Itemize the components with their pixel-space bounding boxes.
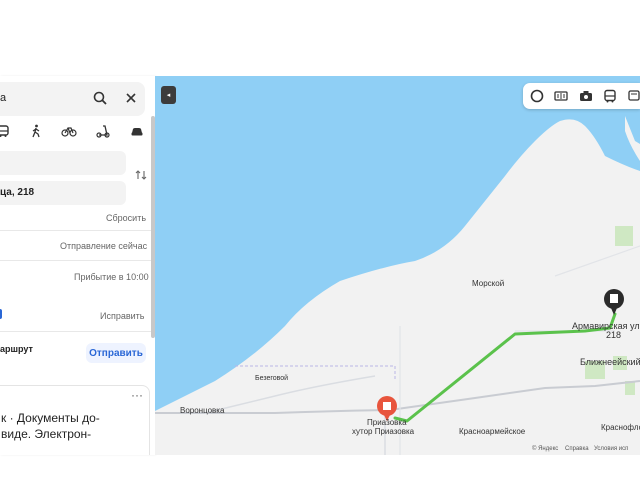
collapse-sidebar-button[interactable]: ◂ (161, 86, 176, 104)
info-card[interactable]: ··· к · Документы до- виде. Электрон- (0, 385, 150, 455)
place-krasnoarmeyskoe: Красноармейское (459, 427, 526, 436)
place-vorontsovka: Воронцовка (180, 406, 225, 415)
route-indicator (0, 309, 2, 319)
place-morskoy: Морской (472, 279, 505, 288)
place-number: 218 (606, 330, 622, 340)
close-icon[interactable] (121, 88, 141, 108)
departure-time-link[interactable]: Отправление сейчас (60, 241, 147, 251)
fix-link[interactable]: Исправить (100, 311, 144, 321)
route-to-field[interactable]: ца, 218 (0, 181, 126, 205)
bike-mode-icon[interactable] (58, 121, 80, 141)
terms-link[interactable]: Условия исп (594, 446, 628, 452)
map-canvas[interactable]: Морской Армавирская ул 218 Ближнеейский … (155, 76, 640, 455)
traffic-icon[interactable] (552, 87, 570, 105)
place-blizhneeysky: Ближнеейский (580, 357, 640, 367)
place-priazovka: Приа̃зовка (367, 418, 407, 427)
arrival-time-label: Прибытие в 10:00 (74, 272, 149, 282)
land-area (155, 119, 640, 455)
panorama-icon[interactable] (528, 87, 546, 105)
search-input[interactable]: а (0, 92, 6, 104)
scooter-mode-icon[interactable] (92, 121, 114, 141)
coast-spit (625, 116, 640, 161)
route-from-field[interactable] (0, 151, 126, 175)
park (615, 226, 633, 246)
card-text: к · Документы до- виде. Электрон- (1, 411, 100, 441)
app-window: а ца, 218 Сбросить Отправление сейчас Пр… (0, 0, 640, 480)
car-mode-icon[interactable] (126, 121, 148, 141)
more-layers-icon[interactable] (625, 87, 640, 105)
place-khutor-priazovka: хутор Приазовка (352, 427, 415, 436)
divider (0, 331, 155, 332)
share-route-label: аршрут (0, 344, 33, 354)
place-krasnoflotsk: Краснофлот (601, 423, 640, 432)
send-route-button[interactable]: Отправить (86, 343, 146, 363)
bus-icon[interactable] (601, 87, 619, 105)
route-to-value: ца, 218 (0, 187, 35, 198)
walk-mode-icon[interactable] (25, 121, 47, 141)
divider (0, 230, 155, 231)
reset-link[interactable]: Сбросить (106, 213, 146, 223)
search-icon[interactable] (90, 88, 110, 108)
route-sidebar: а ца, 218 Сбросить Отправление сейчас Пр… (0, 76, 155, 455)
map-layers-toolbar (523, 83, 640, 109)
swap-icon[interactable] (131, 165, 151, 185)
help-link[interactable]: Справка (565, 446, 589, 452)
place-bezegovoy: Безеговой (255, 375, 289, 382)
more-icon[interactable]: ··· (131, 388, 143, 402)
copyright-label[interactable]: © Яндекс (532, 446, 558, 452)
divider (0, 260, 155, 261)
camera-icon[interactable] (577, 87, 595, 105)
transit-mode-icon[interactable] (0, 121, 14, 141)
